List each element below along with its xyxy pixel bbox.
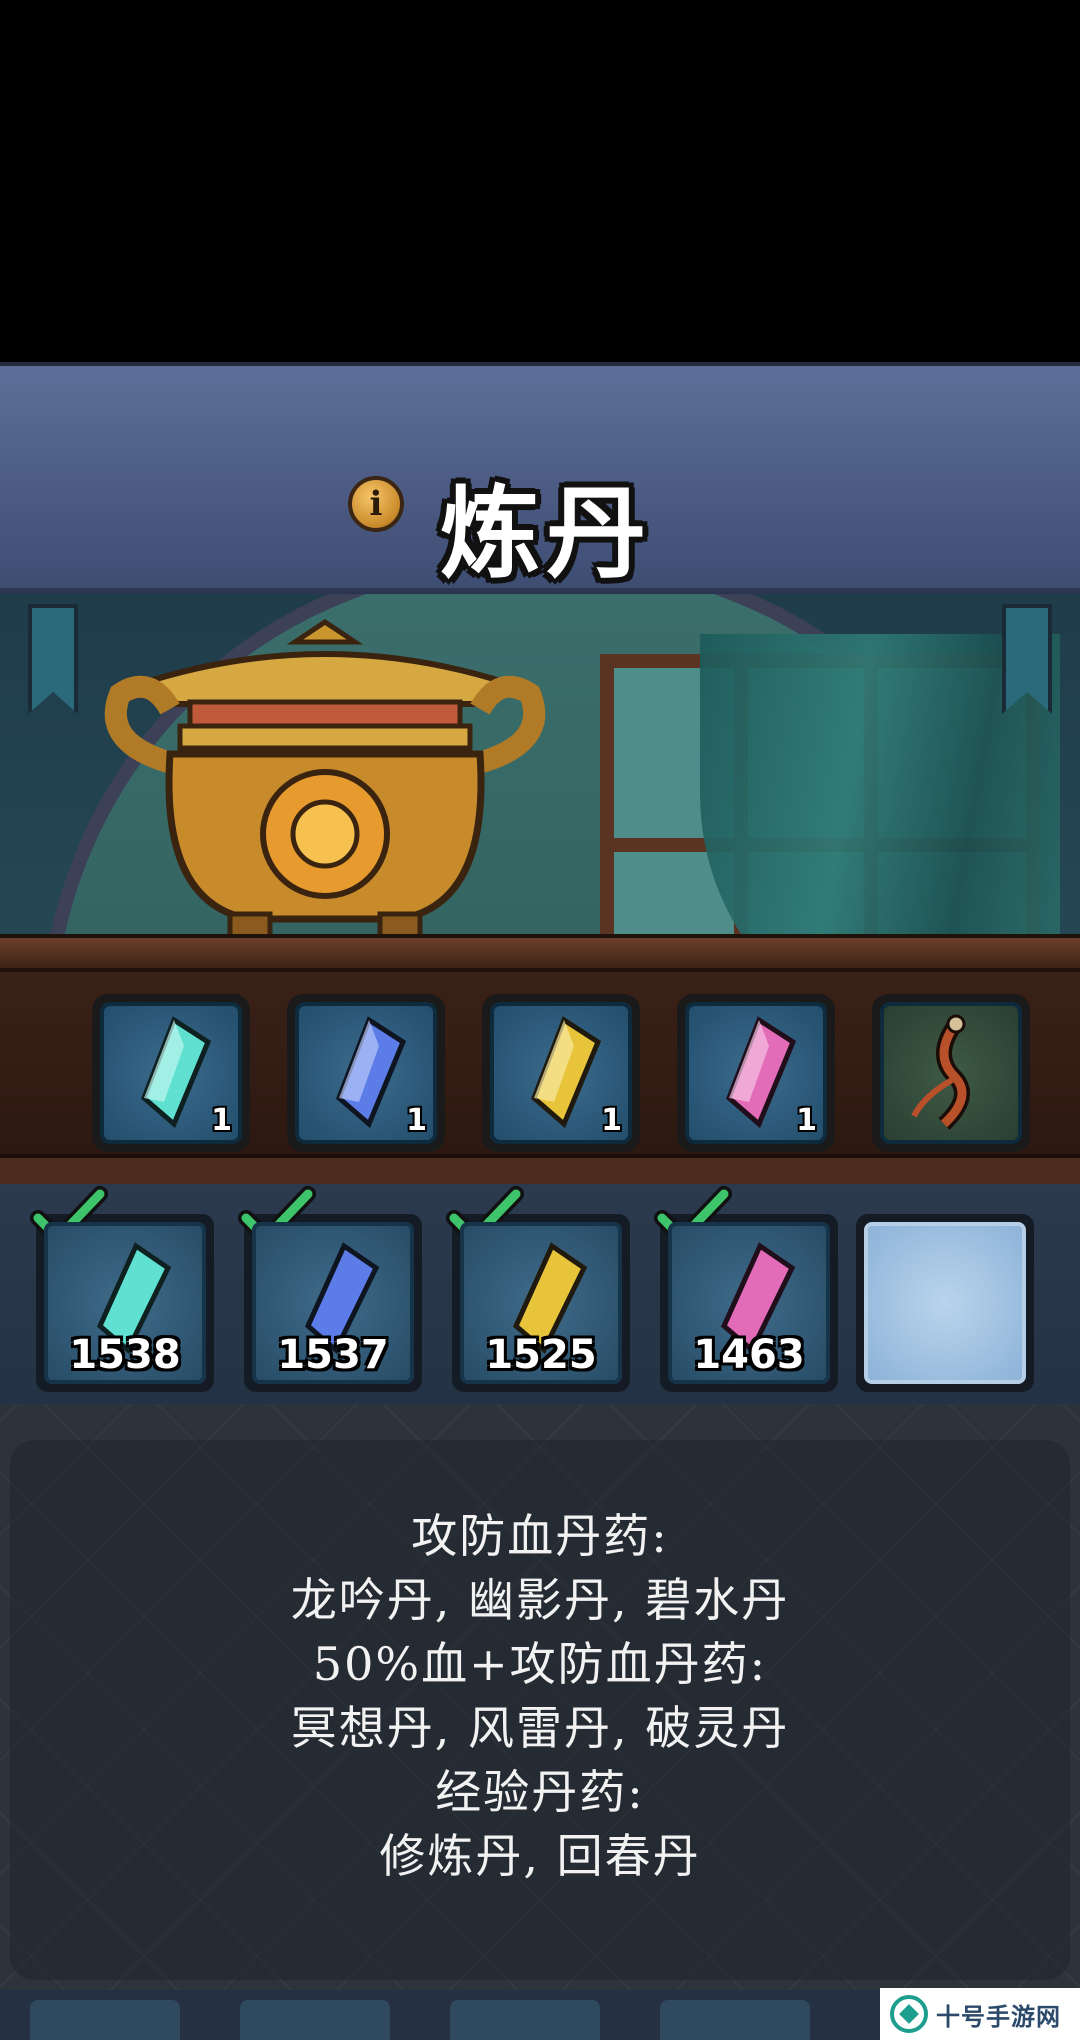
slot-count: 1: [406, 1103, 427, 1138]
item-quantity: 1525: [485, 1332, 597, 1378]
ginseng-root-icon: [911, 1014, 970, 1130]
inventory-item-4[interactable]: 1463: [654, 1186, 838, 1392]
watermark-text: 十号手游网: [936, 2002, 1061, 2031]
site-watermark: 十号手游网: [880, 1988, 1080, 2040]
next-row-peek: [0, 1990, 880, 2040]
slot-count: 1: [601, 1103, 622, 1138]
watermark-logo-icon: [890, 1995, 928, 2033]
inventory-row: 1538 1537 1525 1463: [0, 1184, 1080, 1404]
info-text: 攻防血丹药: 龙吟丹, 幽影丹, 碧水丹 50%血+攻防血丹药: 冥想丹, 风雷…: [0, 1504, 1080, 1888]
top-letterbox: [0, 0, 1080, 362]
alchemy-room-scene: 1 1 1 1: [0, 594, 1080, 1184]
left-pennant: [28, 604, 78, 714]
furnace-slot-2[interactable]: 1: [287, 994, 445, 1152]
slot-count: 1: [796, 1103, 817, 1138]
inventory-item-2[interactable]: 1537: [238, 1186, 422, 1392]
inventory-item-3[interactable]: 1525: [446, 1186, 630, 1392]
info-line: 修炼丹, 回春丹: [379, 1829, 701, 1883]
page-title: 炼丹: [440, 474, 652, 592]
info-icon[interactable]: i: [348, 476, 404, 532]
item-quantity: 1538: [69, 1332, 181, 1378]
furnace-slot-4[interactable]: 1: [677, 994, 835, 1152]
info-line: 冥想丹, 风雷丹, 破灵丹: [290, 1701, 790, 1755]
item-quantity: 1463: [693, 1332, 805, 1378]
inventory-item-5[interactable]: [856, 1214, 1034, 1392]
info-line: 经验丹药:: [435, 1765, 645, 1819]
furnace-slot-5[interactable]: [872, 994, 1030, 1152]
info-line: 攻防血丹药:: [411, 1509, 669, 1563]
info-line: 50%血+攻防血丹药:: [312, 1637, 768, 1691]
alchemy-cauldron-icon[interactable]: [80, 614, 570, 944]
item-quantity: 1537: [277, 1332, 389, 1378]
info-line: 龙吟丹, 幽影丹, 碧水丹: [290, 1573, 790, 1627]
furnace-slot-1[interactable]: 1: [92, 994, 250, 1152]
slot-count: 1: [211, 1103, 232, 1138]
title-banner: i 炼丹: [0, 362, 1080, 610]
furnace-slot-3[interactable]: 1: [482, 994, 640, 1152]
info-overlay: 攻防血丹药: 龙吟丹, 幽影丹, 碧水丹 50%血+攻防血丹药: 冥想丹, 风雷…: [0, 1404, 1080, 2040]
wooden-shelf: [0, 934, 1080, 972]
inventory-item-1[interactable]: 1538: [30, 1186, 214, 1392]
